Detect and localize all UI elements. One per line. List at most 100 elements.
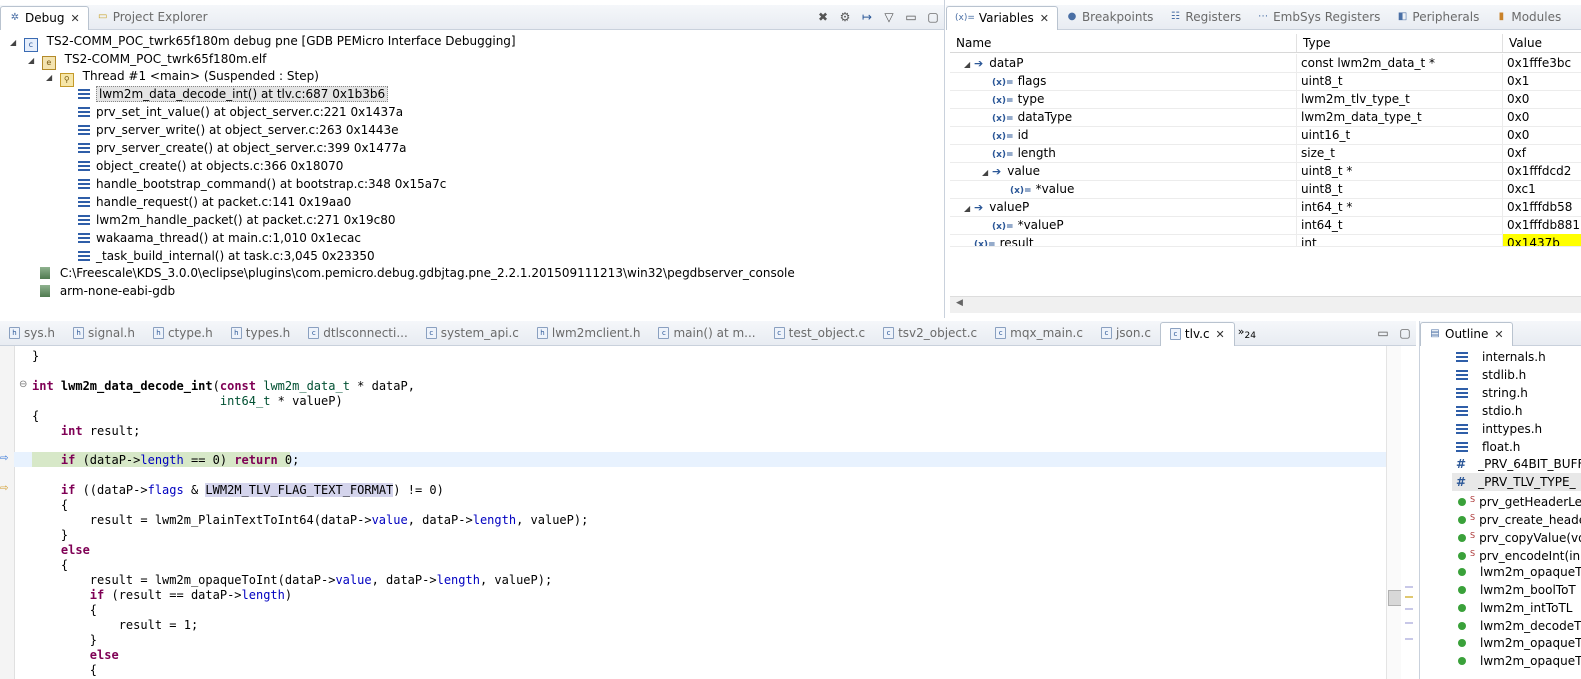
variable-value-cell[interactable]: 0x1 [1502,72,1581,90]
variable-value-cell[interactable]: 0x1437b [1502,234,1581,246]
variable-row[interactable]: (x)= result int 0x1437b [950,234,1581,247]
variable-value-cell[interactable]: 0x1fffe3bc [1502,54,1581,72]
step-filter-icon[interactable]: ↦ [859,10,875,24]
variable-value-cell[interactable]: 0x1fffdb881 [1502,216,1581,234]
variable-row[interactable]: (x)= *valueP int64_t 0x1fffdb881 [950,216,1581,235]
variable-row[interactable]: (x)= type lwm2m_tlv_type_t 0x0 [950,90,1581,109]
variable-row[interactable]: ◢ ➔ dataP const lwm2m_data_t * 0x1fffe3bc [950,54,1581,73]
editor-tab[interactable]: c dtlsconnecti... [299,322,417,344]
more-tabs-chevron-icon[interactable]: »24 [1238,325,1256,341]
stack-frame[interactable]: handle_request() at packet.c:141 0x19aa0 [78,193,351,211]
variable-row[interactable]: ◢ ➔ valueP int64_t * 0x1fffdb58 [950,198,1581,217]
variable-value-cell[interactable]: 0x1fffdcd2 [1502,162,1581,180]
vertical-ruler[interactable] [0,346,15,679]
stack-frame[interactable]: lwm2m_handle_packet() at packet.c:271 0x… [78,211,396,229]
overview-ruler[interactable] [1401,346,1416,679]
outline-item[interactable]: Sprv_encodeInt(in [1452,545,1580,563]
variable-value-cell[interactable]: 0x0 [1502,126,1581,144]
outline-item[interactable]: Sprv_getHeaderLe [1452,491,1581,509]
remove-terminated-icon[interactable]: ✖ [815,10,831,24]
variable-row[interactable]: (x)= length size_t 0xf [950,144,1581,163]
stack-frame[interactable]: _task_build_internal() at task.c:3,045 0… [78,247,375,265]
variable-value-cell[interactable]: 0x0 [1502,108,1581,126]
outline-item[interactable]: # _PRV_64BIT_BUFF [1452,455,1581,473]
editor-tab[interactable]: c mqx_main.c [986,322,1092,344]
horizontal-scrollbar[interactable]: ◀ [950,296,1581,313]
editor-tab[interactable]: h lwm2mclient.h [528,322,650,344]
minimize-icon[interactable]: ▭ [903,10,919,24]
tab-peripherals[interactable]: ◧ Peripherals [1388,6,1487,28]
variable-row[interactable]: (x)= dataType lwm2m_data_type_t 0x0 [950,108,1581,127]
thread-node[interactable]: ◢ ⚲ Thread #1 <main> (Suspended : Step) [46,67,319,87]
outline-item[interactable]: lwm2m_boolToT [1452,581,1576,599]
minimize-icon[interactable]: ▭ [1375,326,1391,340]
tab-modules[interactable]: ▮ Modules [1487,6,1569,28]
outline-item[interactable]: stdlib.h [1452,366,1526,384]
tab-breakpoints[interactable]: ● Breakpoints [1058,6,1161,28]
tab-registers[interactable]: ☷ Registers [1161,6,1249,28]
editor-tab[interactable]: h signal.h [64,322,144,344]
disconnect-icon[interactable]: ⚙ [837,10,853,24]
column-header-value[interactable]: Value [1502,34,1581,52]
outline-item[interactable]: stdio.h [1452,402,1522,420]
variable-value-cell[interactable]: 0x1fffdb58 [1502,198,1581,216]
variable-row[interactable]: (x)= *value uint8_t 0xc1 [950,180,1581,199]
outline-item[interactable]: string.h [1452,384,1528,402]
editor-tab[interactable]: c tsv2_object.c [874,322,986,344]
close-icon[interactable]: ✕ [70,12,79,25]
outline-item[interactable]: lwm2m_opaqueT [1452,634,1581,652]
outline-item[interactable]: lwm2m_intToTL [1452,599,1572,617]
outline-item[interactable]: Sprv_create_heade [1452,509,1581,527]
variable-row[interactable]: (x)= flags uint8_t 0x1 [950,72,1581,91]
expanded-chevron-icon[interactable]: ◢ [964,56,974,72]
stack-frame[interactable]: prv_server_write() at object_server.c:26… [78,121,399,139]
editor-tab[interactable]: c system_api.c [417,322,528,344]
close-icon[interactable]: ✕ [1216,328,1225,341]
stack-frame[interactable]: object_create() at objects.c:366 0x18070 [78,157,343,175]
expanded-chevron-icon[interactable]: ◢ [964,200,974,216]
tab-debug[interactable]: ✲ Debug ✕ [0,5,89,30]
variable-value-cell[interactable]: 0xf [1502,144,1581,162]
maximize-icon[interactable]: ▢ [1397,326,1413,340]
maximize-icon[interactable]: ▢ [925,10,941,24]
expanded-chevron-icon[interactable]: ◢ [982,164,992,180]
editor-tab[interactable]: c json.c [1092,322,1160,344]
elf-node[interactable]: ◢ e TS2-COMM_POC_twrk65f180m.elf [28,50,266,70]
tab-outline[interactable]: ▤ Outline ✕ [1420,321,1513,346]
code-editor[interactable]: ⊖ ⇨ ⇨ } int lwm2m_data_decode_int(const … [0,346,1416,679]
launch-node[interactable]: ◢ c TS2-COMM_POC_twrk65f180m debug pne [… [10,32,516,52]
gdb-process[interactable]: arm-none-eabi-gdb [40,282,175,300]
variable-row[interactable]: (x)= id uint16_t 0x0 [950,126,1581,145]
vertical-scrollbar[interactable] [1386,346,1402,679]
view-menu-chevron-down-icon[interactable]: ▽ [881,10,897,24]
editor-tab[interactable]: h types.h [222,322,299,344]
scrollbar-thumb[interactable] [1388,590,1402,606]
editor-tab[interactable]: h ctype.h [144,322,222,344]
tab-project-explorer[interactable]: ▭ Project Explorer [89,6,216,28]
tab-embsys-registers[interactable]: ⋯ EmbSys Registers [1249,6,1388,28]
close-icon[interactable]: ✕ [1040,12,1049,25]
column-header-type[interactable]: Type [1296,34,1503,52]
stack-frame[interactable]: lwm2m_data_decode_int() at tlv.c:687 0x1… [78,85,389,103]
stack-frame[interactable]: prv_server_create() at object_server.c:3… [78,139,406,157]
stack-frame[interactable]: prv_set_int_value() at object_server.c:2… [78,103,403,121]
editor-tab[interactable]: h sys.h [0,322,64,344]
gdbserver-process[interactable]: C:\Freescale\KDS_3.0.0\eclipse\plugins\c… [40,264,795,282]
outline-item[interactable]: lwm2m_opaqueT [1452,652,1581,670]
variable-value-cell[interactable]: 0xc1 [1502,180,1581,198]
scroll-left-icon[interactable]: ◀ [956,298,963,308]
variable-value-cell[interactable]: 0x0 [1502,90,1581,108]
editor-tab[interactable]: c tlv.c ✕ [1159,321,1235,346]
outline-item[interactable]: internals.h [1452,348,1546,366]
editor-tab[interactable]: c test_object.c [765,322,874,344]
stack-frame[interactable]: handle_bootstrap_command() at bootstrap.… [78,175,446,193]
tab-variables[interactable]: (x)= Variables ✕ [946,5,1058,30]
editor-tab[interactable]: c main() at m... [649,322,764,344]
outline-item[interactable]: float.h [1452,438,1520,456]
fold-collapse-icon[interactable]: ⊖ [19,379,27,390]
stack-frame[interactable]: wakaama_thread() at main.c:1,010 0x1ecac [78,229,361,247]
variable-row[interactable]: ◢ ➔ value uint8_t * 0x1fffdcd2 [950,162,1581,181]
close-icon[interactable]: ✕ [1494,328,1503,341]
outline-item[interactable]: lwm2m_opaqueT [1452,563,1581,581]
column-header-name[interactable]: Name [950,34,1296,52]
